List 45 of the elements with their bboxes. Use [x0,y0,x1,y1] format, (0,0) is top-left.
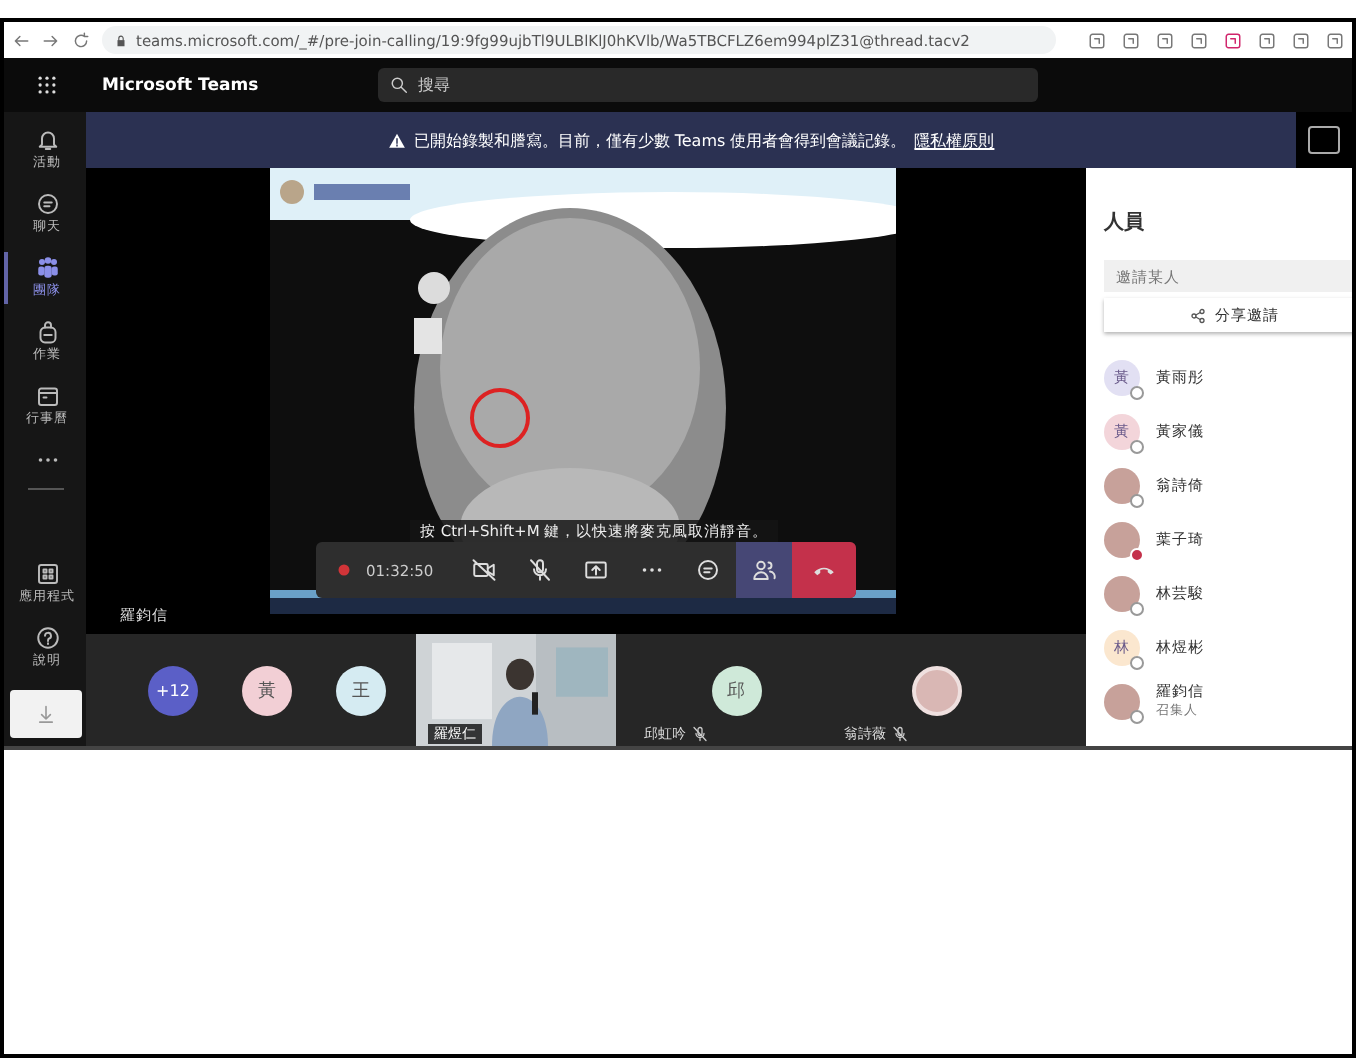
calendar-icon [35,384,59,408]
reload-icon[interactable] [72,31,90,49]
people-icon [35,256,59,280]
extension-icon[interactable] [1156,31,1174,49]
camera-off-icon [472,558,497,582]
back-icon[interactable] [12,31,30,49]
privacy-link[interactable]: 隱私權原則 [914,129,995,151]
extension-icon[interactable] [1224,31,1242,49]
chat-icon [696,558,721,582]
forward-icon[interactable] [42,31,60,49]
help-icon [35,626,59,650]
apps-icon [35,562,59,586]
app-title: Microsoft Teams [102,75,261,95]
microphone-off-icon [528,558,553,582]
extension-icon[interactable] [1088,31,1106,49]
search-icon [390,76,408,94]
extension-icon[interactable] [1258,31,1276,49]
banner-text: 已開始錄製和謄寫。目前，僅有少數 Teams 使用者會得到會議記錄。 [413,129,907,151]
share-icon [584,558,609,582]
extension-icon[interactable] [1190,31,1208,49]
warning-icon [387,131,406,149]
avatar [1104,575,1140,611]
participant-count[interactable]: +12 [148,665,198,715]
avatar: 王 [336,665,386,715]
extension-icon[interactable] [1292,31,1310,49]
people-button[interactable] [736,542,793,598]
avatar [911,665,961,715]
app-launcher-icon[interactable] [36,74,58,96]
extension-icon[interactable] [1326,31,1344,49]
lock-icon [114,33,128,47]
bell-icon [35,128,59,152]
avatar [1104,467,1140,503]
avatar [1104,683,1140,719]
avatar: 黃 [242,665,292,715]
avatar: 邱 [711,665,761,715]
download-button[interactable] [9,690,81,738]
panel-title: 人員 [1104,209,1146,236]
search-field[interactable]: 搜尋 [378,68,1038,102]
bag-icon [35,320,59,344]
extension-icon[interactable] [1122,31,1140,49]
people-icon [752,558,777,582]
share-icon [1189,307,1205,323]
chat-icon [35,192,59,216]
avatar [1104,521,1140,557]
download-icon [35,704,55,724]
